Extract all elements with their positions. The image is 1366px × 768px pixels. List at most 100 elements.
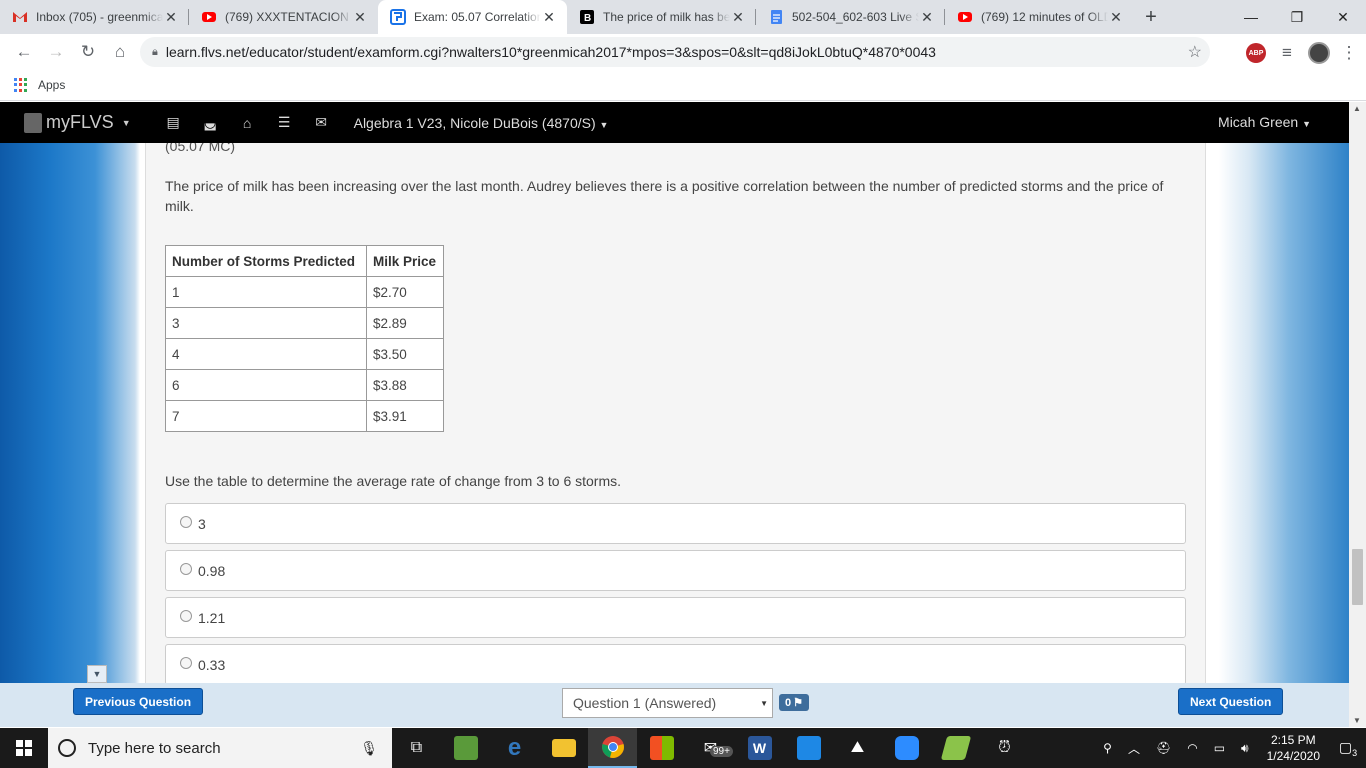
store-icon[interactable] xyxy=(637,728,686,768)
zoom-icon[interactable] xyxy=(882,728,931,768)
list-icon[interactable]: ☰ xyxy=(266,114,303,131)
bookmarks-bar: Apps xyxy=(0,70,1366,101)
new-tab-button[interactable]: + xyxy=(1134,0,1168,34)
taskbar-search[interactable]: Type here to search 🎙︎ xyxy=(48,728,392,768)
table-header-row: Number of Storms Predicted Milk Price xyxy=(165,245,444,277)
flag-icon: ⚑ xyxy=(793,697,803,709)
forward-icon[interactable]: → xyxy=(40,36,72,68)
page-viewport: myFLVS ▼ ▤ ◛ ⌂ ☰ ✉ Algebra 1 V23, Nicole… xyxy=(0,102,1349,727)
answer-option-b[interactable]: 0.98 xyxy=(165,550,1186,591)
clock[interactable]: 2:15 PM 1/24/2020 xyxy=(1257,732,1330,764)
book-icon[interactable]: ▤ xyxy=(155,114,192,131)
url-text: learn.flvs.net/educator/student/examform… xyxy=(165,44,936,60)
svg-text:B: B xyxy=(584,13,591,24)
mail-icon[interactable]: ✉99+ xyxy=(686,728,735,768)
scrollbar-thumb[interactable] xyxy=(1352,549,1363,605)
page-scrollbar[interactable]: ▲ ▼ xyxy=(1349,102,1366,727)
menu-kebab-icon[interactable]: ⋮ xyxy=(1340,37,1358,69)
close-tab-icon[interactable]: ✕ xyxy=(1108,9,1124,26)
flvs-logo-icon xyxy=(24,112,42,133)
address-bar[interactable]: 🔒︎ learn.flvs.net/educator/student/examf… xyxy=(140,37,1210,67)
profile-avatar[interactable] xyxy=(1308,42,1330,64)
user-menu[interactable]: Micah Green ▼ xyxy=(1218,114,1311,130)
antivirus-icon[interactable]: ⛑ xyxy=(1148,741,1179,755)
close-tab-icon[interactable]: ✕ xyxy=(163,9,179,26)
alarm-clock-icon[interactable]: ⏰︎ xyxy=(980,728,1029,768)
volume-icon[interactable]: 🔊︎ xyxy=(1233,741,1257,756)
radio-button[interactable] xyxy=(180,609,192,622)
task-view-icon[interactable]: ⧉ xyxy=(392,728,441,768)
back-icon[interactable]: ← xyxy=(8,36,40,68)
close-tab-icon[interactable]: ✕ xyxy=(730,9,746,26)
previous-question-button[interactable]: Previous Question xyxy=(73,688,204,715)
adblock-icon[interactable]: ABP xyxy=(1246,43,1266,63)
windows-logo-icon xyxy=(16,740,32,756)
show-hidden-icons-icon[interactable]: ︿ xyxy=(1120,740,1148,757)
caret-down-icon: ▼ xyxy=(599,119,609,130)
scroll-down-arrow-icon[interactable]: ▼ xyxy=(1353,716,1361,725)
chrome-icon[interactable] xyxy=(588,728,637,768)
radio-button[interactable] xyxy=(180,562,192,575)
tab-youtube-2[interactable]: (769) 12 minutes of OLD ✕ xyxy=(945,0,1134,34)
next-question-button[interactable]: Next Question xyxy=(1178,688,1284,715)
envelope-icon[interactable]: ✉ xyxy=(303,114,340,131)
youtube-icon xyxy=(957,9,973,25)
restore-icon[interactable]: ❐ xyxy=(1274,0,1320,34)
question-text: The price of milk has been increasing ov… xyxy=(165,178,1164,214)
windows-taskbar: Type here to search 🎙︎ ⧉ e ✉99+ W ⛰ ⏰︎ ⚲… xyxy=(0,728,1366,768)
edge-icon[interactable]: e xyxy=(490,728,539,768)
home-icon[interactable]: ⌂ xyxy=(104,36,136,68)
browser-toolbar: ← → ↻ ⌂ 🔒︎ learn.flvs.net/educator/stude… xyxy=(0,34,1366,70)
answer-option-a[interactable]: 3 xyxy=(165,503,1186,544)
file-explorer-icon[interactable] xyxy=(539,728,588,768)
radio-button[interactable] xyxy=(180,656,192,669)
wifi-icon[interactable]: ◠ xyxy=(1179,741,1205,755)
youtube-icon xyxy=(201,9,217,25)
close-window-icon[interactable]: ✕ xyxy=(1320,0,1366,34)
battery-icon[interactable]: ▭ xyxy=(1206,741,1233,755)
notes-icon[interactable] xyxy=(931,728,980,768)
microphone-icon[interactable]: 🎙︎ xyxy=(360,740,378,757)
instagram-icon[interactable] xyxy=(784,728,833,768)
lock-icon: 🔒︎ xyxy=(152,45,158,58)
word-icon[interactable]: W xyxy=(735,728,784,768)
flvs-navbar: myFLVS ▼ ▤ ◛ ⌂ ☰ ✉ Algebra 1 V23, Nicole… xyxy=(0,102,1349,143)
flag-count-badge[interactable]: 0 ⚑ xyxy=(779,694,809,711)
table-row: 4 $3.50 xyxy=(165,338,444,370)
action-center-icon[interactable]: ▢3 xyxy=(1330,739,1366,758)
tab-docs[interactable]: 502-504_602-603 Live S ✕ xyxy=(756,0,945,34)
inbox-icon[interactable]: ◛ xyxy=(192,114,229,131)
cortana-icon xyxy=(58,739,76,757)
close-tab-icon[interactable]: ✕ xyxy=(541,9,557,26)
minecraft-icon[interactable] xyxy=(441,728,490,768)
reload-icon[interactable]: ↻ xyxy=(72,36,104,68)
scroll-up-arrow-icon[interactable]: ▲ xyxy=(1353,104,1361,113)
brand-menu[interactable]: myFLVS ▼ xyxy=(24,112,131,133)
close-tab-icon[interactable]: ✕ xyxy=(919,9,935,26)
tab-brainly[interactable]: B The price of milk has be ✕ xyxy=(567,0,756,34)
apps-bookmark[interactable]: Apps xyxy=(38,78,65,92)
question-select[interactable]: Question 1 (Answered) ▼ xyxy=(562,688,773,718)
tab-youtube-1[interactable]: (769) XXXTENTACION - ✕ xyxy=(189,0,378,34)
tab-exam[interactable]: Exam: 05.07 Correlation ✕ xyxy=(378,0,567,34)
photos-icon[interactable]: ⛰ xyxy=(833,728,882,768)
browser-tab-strip: Inbox (705) - greenmicah ✕ (769) XXXTENT… xyxy=(0,0,1366,34)
start-button[interactable] xyxy=(0,728,48,768)
answer-option-c[interactable]: 1.21 xyxy=(165,597,1186,638)
table-row: 6 $3.88 xyxy=(165,369,444,401)
tab-gmail[interactable]: Inbox (705) - greenmicah ✕ xyxy=(0,0,189,34)
apps-grid-icon[interactable] xyxy=(14,78,28,92)
bookmark-star-icon[interactable]: ☆ xyxy=(1188,42,1202,62)
close-tab-icon[interactable]: ✕ xyxy=(352,9,368,26)
course-dropdown[interactable]: Algebra 1 V23, Nicole DuBois (4870/S) ▼ xyxy=(354,115,609,131)
media-icon[interactable]: ≡ xyxy=(1276,37,1298,69)
radio-button[interactable] xyxy=(180,515,192,528)
caret-down-icon: ▼ xyxy=(1302,119,1311,129)
people-icon[interactable]: ⚲ xyxy=(1095,741,1120,755)
home-nav-icon[interactable]: ⌂ xyxy=(229,115,266,131)
scroll-down-button[interactable]: ▼ xyxy=(87,665,107,683)
answer-option-d[interactable]: 0.33 xyxy=(165,644,1186,685)
mail-badge: 99+ xyxy=(710,746,733,757)
minimize-icon[interactable]: — xyxy=(1228,0,1274,34)
question-navigation-bar: Previous Question Question 1 (Answered) … xyxy=(0,683,1349,727)
